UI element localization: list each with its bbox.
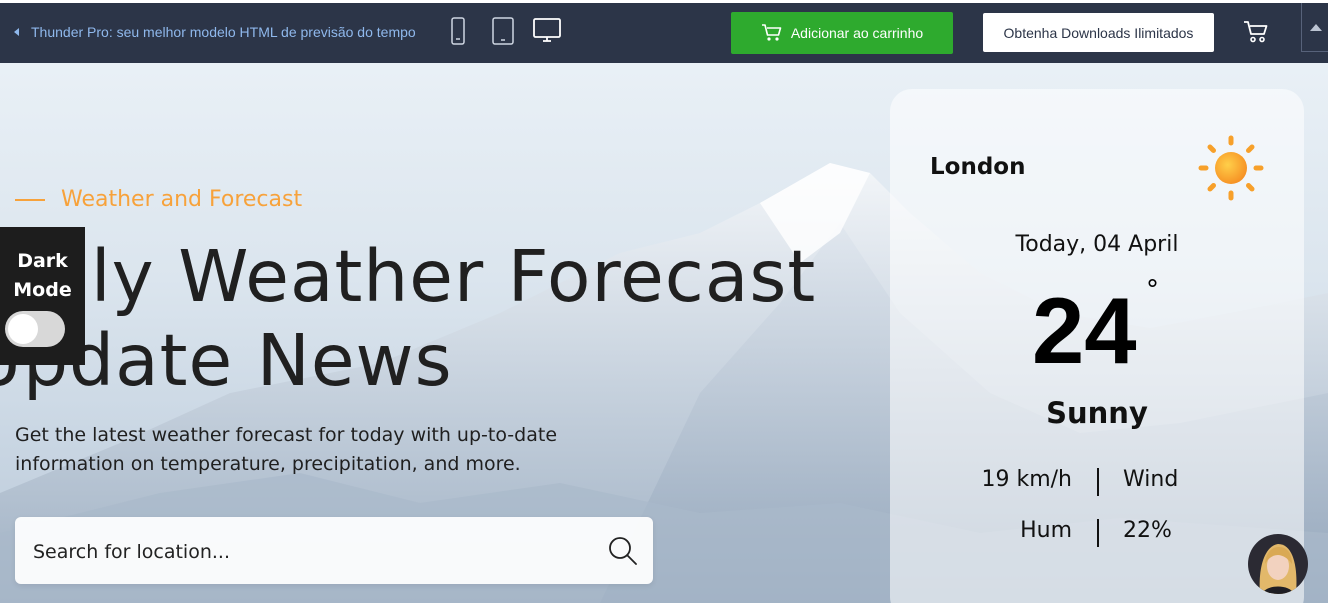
weather-card: London Today, 04 April 24 ° Sunny 19 km/… [890,89,1304,603]
hero-section: Weather and Forecast Daily Weather Forec… [0,63,1328,603]
caret-left-icon [14,28,19,36]
section-kicker: Weather and Forecast [15,187,302,212]
humidity-value: 22% [1123,518,1172,543]
collapse-bar-button[interactable] [1301,3,1328,52]
kicker-text: Weather and Forecast [61,187,303,212]
wind-divider [1097,468,1099,496]
back-link-text: Thunder Pro: seu melhor modelo HTML de p… [31,24,416,40]
desktop-view-icon[interactable] [533,17,561,45]
title-line-1: Daily Weather Forecast [0,235,817,318]
page-title: Daily Weather Forecast Update News [0,235,816,403]
humidity-label: Hum [1020,518,1072,543]
title-line-2: Update News [0,319,453,402]
tablet-view-icon[interactable] [492,17,514,45]
weather-condition: Sunny [1046,396,1148,430]
dark-mode-label-1: Dark [17,250,68,272]
cart-icon [761,24,782,41]
location-search [15,517,653,586]
dark-mode-toggle[interactable] [5,311,65,347]
chevron-up-icon [1309,23,1322,31]
preview-topbar: Thunder Pro: seu melhor modelo HTML de p… [0,0,1328,63]
dark-mode-label-2: Mode [13,279,72,301]
sun-icon [1198,135,1264,201]
mobile-view-icon[interactable] [451,17,465,45]
search-input[interactable] [31,517,595,586]
humidity-divider [1097,519,1099,547]
avatar-image [1248,534,1308,594]
toggle-knob [8,314,38,344]
hero-description: Get the latest weather forecast for toda… [15,424,558,475]
city-name: London [930,154,1026,180]
temperature-value: 24 [1032,278,1137,383]
back-link[interactable]: Thunder Pro: seu melhor modelo HTML de p… [14,24,416,40]
dark-mode-panel: Dark Mode [0,227,85,365]
kicker-line [15,198,45,201]
wind-speed: 19 km/h [981,467,1072,492]
add-to-cart-button[interactable]: Adicionar ao carrinho [731,12,953,54]
forecast-date: Today, 04 April [1015,232,1179,257]
support-avatar[interactable] [1248,534,1308,594]
degree-symbol: ° [1146,275,1159,305]
wind-label: Wind [1123,467,1179,492]
unlimited-downloads-button[interactable]: Obtenha Downloads Ilimitados [983,13,1214,52]
search-icon[interactable] [608,536,638,566]
shopping-cart-icon[interactable] [1243,20,1269,44]
add-to-cart-label: Adicionar ao carrinho [790,25,924,41]
